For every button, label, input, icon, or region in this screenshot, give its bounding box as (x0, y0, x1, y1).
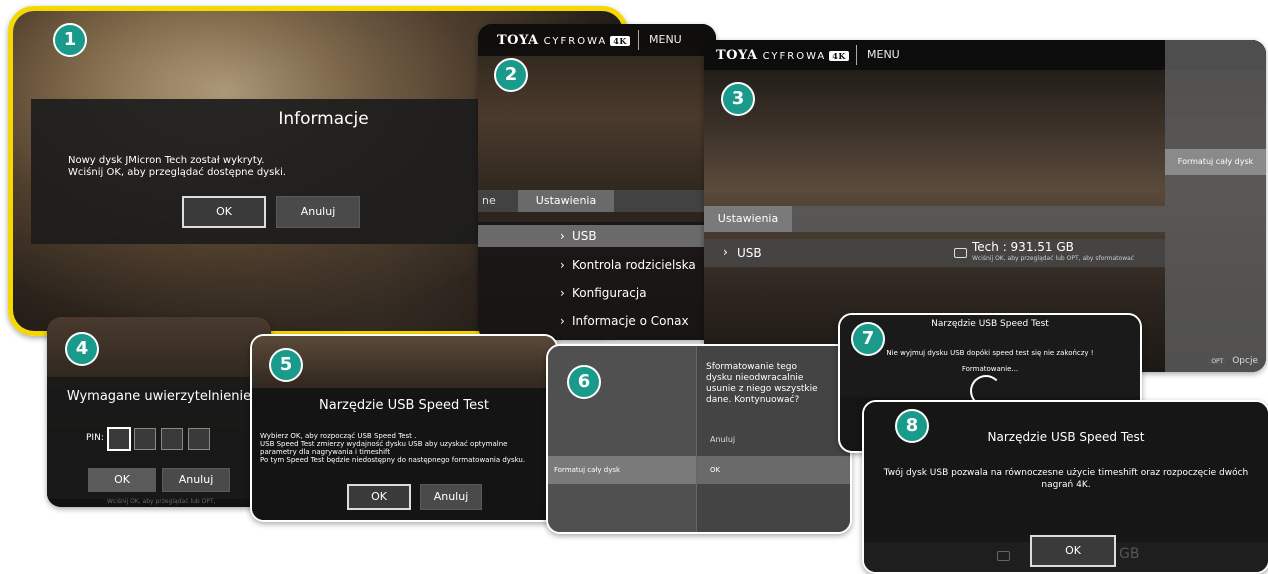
ok-button[interactable]: OK (88, 468, 156, 492)
pin-digit-4[interactable] (188, 428, 210, 450)
ok-option[interactable]: OK (697, 456, 850, 484)
cancel-button[interactable]: Anuluj (420, 484, 482, 510)
dialog-line-1: Wybierz OK, aby rozpocząć USB Speed Test… (260, 432, 417, 440)
step-badge-5: 5 (269, 348, 303, 382)
usb-drive-icon (954, 248, 967, 258)
progress-dialog: Narzędzie USB Speed Test Nie wyjmuj dysk… (840, 315, 1140, 407)
format-disk-row[interactable]: Formatuj cały dysk (548, 456, 696, 484)
panel-2-settings-menu: TOYA CYFROWA 4K MENU 2 ne Ustawienia › US… (478, 24, 716, 340)
menu-tabs-bar: ne Ustawienia (478, 190, 716, 212)
chevron-right-icon: › (723, 245, 728, 259)
result-line-1: Twój dysk USB pozwala na równoczesne uży… (883, 468, 1249, 478)
format-disk-option[interactable]: Formatuj cały dysk (1165, 149, 1266, 175)
dialog-line-4: Po tym Speed Test będzie niedostępny do … (260, 456, 526, 464)
toya-logo: TOYA CYFROWA 4K (716, 48, 849, 63)
disk-hint: Wciśnij OK, aby przeglądać lub OPT, aby … (972, 255, 1135, 262)
step-badge-3: 3 (721, 82, 755, 116)
step-badge-7: 7 (851, 322, 885, 356)
settings-tab[interactable]: Ustawienia (704, 206, 792, 232)
dialog-line-3: parametry dla nagrywania i timeshift (260, 448, 391, 456)
settings-header: Ustawienia (704, 206, 1165, 232)
confirm-question: Sformatowanie tego dysku nieodwracalnie … (706, 362, 818, 405)
pin-digit-3[interactable] (161, 428, 183, 450)
cancel-button[interactable]: Anuluj (162, 468, 230, 492)
pin-label: PIN: (86, 433, 104, 443)
step-badge-4: 4 (65, 332, 99, 366)
step-badge-1: 1 (53, 23, 87, 57)
step-badge-6: 6 (567, 365, 601, 399)
auth-dialog: Wymagane uwierzytelnienie PIN: OK Anuluj (47, 377, 271, 499)
tab-settings[interactable]: Ustawienia (518, 190, 614, 212)
step-badge-2: 2 (494, 58, 528, 92)
usb-drive-icon (997, 551, 1010, 561)
tab-previous[interactable]: ne (482, 194, 496, 207)
step-badge-8: 8 (895, 409, 929, 443)
options-hint: OPT Opcje (1208, 356, 1258, 366)
pin-digit-1[interactable] (107, 427, 131, 451)
menu-item-configuration[interactable]: › Konfiguracja (478, 282, 716, 304)
result-line-2: nagrań 4K. (1041, 480, 1091, 490)
dialog-title: Narzędzie USB Speed Test (931, 319, 1049, 329)
menu-item-parental[interactable]: › Kontrola rodzicielska (478, 254, 716, 276)
top-bar: TOYA CYFROWA 4K MENU (478, 24, 716, 56)
dialog-line-2: USB Speed Test zmierzy wydajność dysku U… (260, 440, 508, 448)
dialog-warning: Nie wyjmuj dysku USB dopóki speed test s… (886, 349, 1094, 357)
dialog-title: Wymagane uwierzytelnienie (66, 389, 252, 404)
menu-list: › USB › Kontrola rodzicielska › Konfigur… (478, 222, 716, 340)
status-text: Formatowanie... (961, 365, 1019, 373)
speed-test-dialog: Narzędzie USB Speed Test Wybierz OK, aby… (252, 388, 556, 520)
menu-item-conax[interactable]: › Informacje o Conax (478, 310, 716, 332)
menu-label: MENU (649, 33, 682, 46)
menu-label: MENU (867, 48, 900, 61)
panel-8-speed-test-result: 8 Narzędzie USB Speed Test Twój dysk USB… (862, 400, 1268, 574)
ok-button[interactable]: OK (182, 196, 266, 228)
usb-label: USB (737, 246, 762, 260)
dialog-message-line-1: Nowy dysk JMicron Tech został wykryty. (68, 155, 265, 166)
pin-digit-2[interactable] (134, 428, 156, 450)
dialog-title: Narzędzie USB Speed Test (319, 398, 489, 413)
disk-capacity: Tech : 931.51 GB (972, 240, 1074, 254)
background-capacity-text: GB (1119, 546, 1140, 562)
opt-key-icon: OPT (1208, 358, 1227, 365)
panel-6-format-confirm: 6 Sformatowanie tego dysku nieodwracalni… (546, 344, 852, 534)
ok-button[interactable]: OK (347, 484, 411, 510)
panel-4-pin-authentication: 4 Wymagane uwierzytelnienie PIN: OK Anul… (47, 317, 271, 507)
ok-button[interactable]: OK (1030, 535, 1116, 567)
options-sidebar: Formatuj cały dysk OPT Opcje (1165, 40, 1266, 372)
usb-row[interactable]: › USB Tech : 931.51 GB Wciśnij OK, aby p… (704, 239, 1165, 267)
cancel-button[interactable]: Anuluj (276, 196, 360, 228)
dialog-message-line-2: Wciśnij OK, aby przeglądać dostępne dysk… (68, 167, 287, 178)
toya-logo: TOYA CYFROWA 4K (497, 33, 630, 48)
bottom-hint: Wciśnij OK, aby przeglądać lub OPT, (107, 498, 216, 505)
panel-5-speed-test-start: 5 Narzędzie USB Speed Test Wybierz OK, a… (250, 334, 558, 522)
menu-item-usb[interactable]: › USB (478, 225, 716, 247)
cancel-option[interactable]: Anuluj (710, 435, 735, 444)
